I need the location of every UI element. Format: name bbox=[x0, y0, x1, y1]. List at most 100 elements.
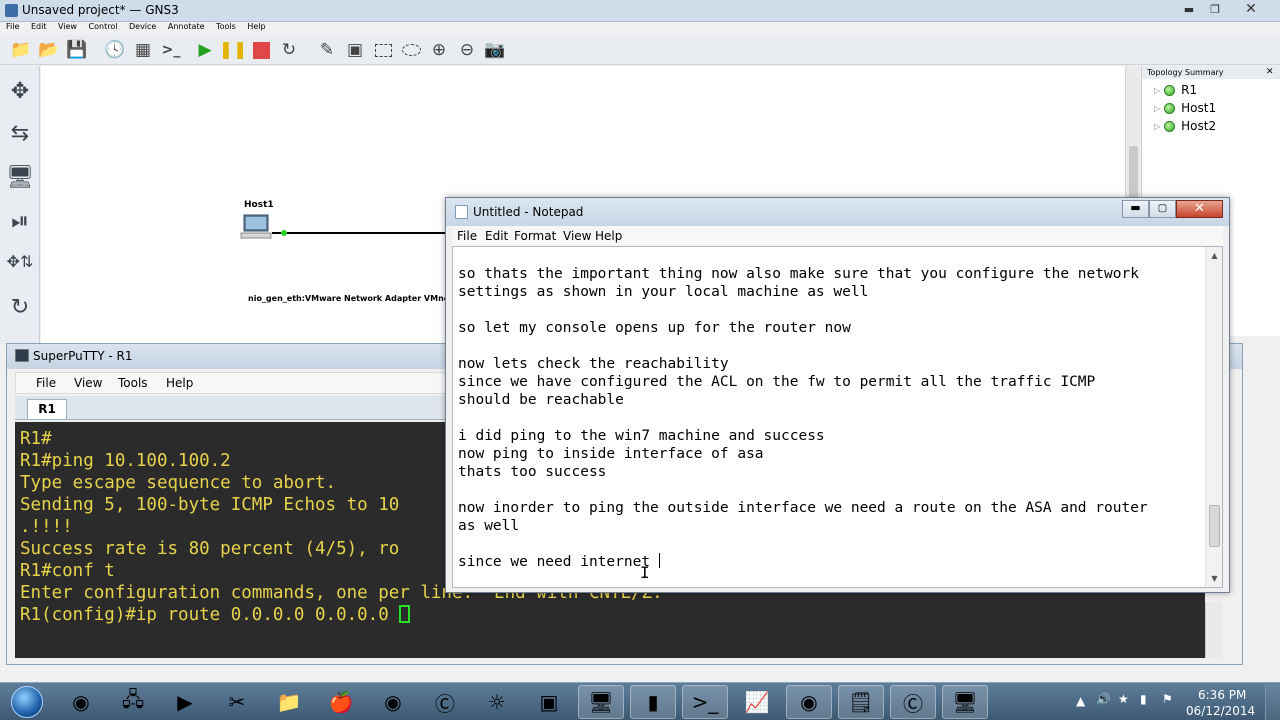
text-line-current: since we need internet bbox=[458, 553, 1203, 571]
notepad-scrollbar[interactable]: ▲ ▼ bbox=[1205, 247, 1222, 587]
fruit-app-icon[interactable]: 🍎 bbox=[318, 685, 364, 719]
end-devices-icon[interactable]: 🖥 bbox=[5, 162, 35, 192]
clock-time[interactable]: 6:36 PM bbox=[1198, 688, 1246, 702]
terminal-icon[interactable]: >_ bbox=[160, 39, 182, 61]
image-icon[interactable]: ▣ bbox=[344, 39, 366, 61]
stop-icon[interactable] bbox=[250, 39, 272, 61]
clock-date[interactable]: 06/12/2014 bbox=[1186, 704, 1255, 718]
session-tab-r1[interactable]: R1 bbox=[27, 399, 67, 419]
network-status-icon[interactable]: ★ bbox=[1118, 692, 1129, 706]
monitor-icon[interactable]: 📈 bbox=[734, 685, 780, 719]
gns3-close-button[interactable]: ✕ bbox=[1238, 1, 1264, 18]
start-icon[interactable]: ▶ bbox=[194, 39, 216, 61]
zoom-out-icon[interactable]: ⊖ bbox=[456, 39, 478, 61]
menu-annotate[interactable]: Annotate bbox=[168, 22, 205, 31]
network-link[interactable] bbox=[272, 232, 447, 234]
save-icon[interactable]: 💾 bbox=[66, 39, 88, 61]
gns3-icon[interactable]: ☼ bbox=[474, 685, 520, 719]
superputty-icon[interactable]: 🖥 bbox=[942, 685, 988, 719]
text-line: since we have configured the ACL on the … bbox=[458, 374, 1096, 390]
security-devices-icon[interactable]: ⏯ bbox=[5, 206, 35, 236]
open-project-icon[interactable]: 📂 bbox=[38, 39, 60, 61]
np-menu-file[interactable]: File bbox=[457, 229, 477, 243]
expand-icon[interactable]: ▷ bbox=[1154, 104, 1160, 113]
gns3-minimize-button[interactable]: ▬ bbox=[1176, 1, 1202, 18]
skype-icon[interactable]: Ⓒ bbox=[422, 685, 468, 719]
pause-icon[interactable]: ❚❚ bbox=[219, 39, 248, 61]
powershell-icon[interactable]: >_ bbox=[682, 685, 728, 719]
cmd-icon[interactable]: ▮ bbox=[630, 685, 676, 719]
store-icon[interactable]: ▣ bbox=[526, 685, 572, 719]
panel-close-icon[interactable]: ✕ bbox=[1266, 67, 1274, 77]
snapshot-icon[interactable]: 🕓 bbox=[104, 39, 126, 61]
menu-help[interactable]: Help bbox=[247, 22, 265, 31]
expand-icon[interactable]: ▷ bbox=[1154, 122, 1160, 131]
menu-control[interactable]: Control bbox=[89, 22, 118, 31]
text-line bbox=[458, 535, 1203, 553]
explorer-icon[interactable]: 📁 bbox=[266, 685, 312, 719]
zoom-in-icon[interactable]: ⊕ bbox=[428, 39, 450, 61]
topology-item-r1[interactable]: ▷ R1 bbox=[1154, 83, 1197, 97]
np-menu-help[interactable]: Help bbox=[595, 229, 622, 243]
media-player-icon[interactable]: ▶ bbox=[162, 685, 208, 719]
power-icon[interactable]: ▮ bbox=[1140, 692, 1147, 706]
routers-icon[interactable]: ✥ bbox=[5, 76, 35, 106]
expand-icon[interactable]: ▷ bbox=[1154, 86, 1160, 95]
menu-device[interactable]: Device bbox=[129, 22, 156, 31]
action-center-icon[interactable]: ⚑ bbox=[1162, 692, 1173, 706]
camtasia-icon[interactable]: Ⓒ bbox=[890, 685, 936, 719]
notepad-icon[interactable]: 🗒 bbox=[838, 685, 884, 719]
switches-icon[interactable]: ⇆ bbox=[5, 118, 35, 148]
notepad-maximize-button[interactable]: ▢ bbox=[1149, 200, 1176, 218]
notepad-text-area[interactable]: so thats the important thing now also ma… bbox=[452, 246, 1223, 588]
firefox-icon[interactable]: ◉ bbox=[370, 685, 416, 719]
scroll-up-icon[interactable]: ▲ bbox=[1206, 247, 1223, 264]
np-menu-edit[interactable]: Edit bbox=[485, 229, 508, 243]
add-link-icon[interactable]: ↻ bbox=[5, 292, 35, 322]
gns3-maximize-button[interactable]: ❐ bbox=[1202, 1, 1228, 18]
scrollbar-thumb[interactable] bbox=[1209, 505, 1220, 547]
gns3-toolbar: 📁 📂 💾 🕓 ▦ >_ ▶ ❚❚ ↻ ✎ ▣ ⊕ ⊖ 📷 bbox=[0, 35, 1280, 65]
note-icon[interactable]: ✎ bbox=[316, 39, 338, 61]
text-line bbox=[458, 337, 1203, 355]
open-folder-icon[interactable]: 📁 bbox=[10, 39, 32, 61]
topology-item-host2[interactable]: ▷ Host2 bbox=[1154, 119, 1216, 133]
screenshot-icon[interactable]: 📷 bbox=[484, 39, 506, 61]
host1-node-label: Host1 bbox=[244, 200, 274, 210]
ellipse-icon[interactable] bbox=[400, 39, 422, 61]
notepad-minimize-button[interactable]: ▬ bbox=[1122, 200, 1149, 218]
show-desktop-button[interactable] bbox=[1265, 684, 1280, 720]
putty-menu-file[interactable]: File bbox=[36, 376, 56, 390]
putty-menu-help[interactable]: Help bbox=[166, 376, 193, 390]
remote-desktop-icon[interactable]: 🖥 bbox=[578, 685, 624, 719]
menu-tools[interactable]: Tools bbox=[216, 22, 236, 31]
np-menu-view[interactable]: View bbox=[563, 229, 591, 243]
putty-menu-tools[interactable]: Tools bbox=[118, 376, 148, 390]
topology-item-host1[interactable]: ▷ Host1 bbox=[1154, 101, 1216, 115]
camtasia-recorder-icon[interactable]: ◉ bbox=[786, 685, 832, 719]
notepad-title-bar[interactable]: Untitled - Notepad bbox=[446, 198, 1229, 226]
menu-edit[interactable]: Edit bbox=[31, 22, 47, 31]
menu-view[interactable]: View bbox=[58, 22, 77, 31]
snipping-tool-icon[interactable]: ✂ bbox=[214, 685, 260, 719]
menu-file[interactable]: File bbox=[6, 22, 19, 31]
rectangle-icon[interactable] bbox=[372, 39, 394, 61]
network-icon[interactable]: 🖧 bbox=[110, 685, 156, 719]
chrome-icon[interactable]: ◉ bbox=[58, 685, 104, 719]
scroll-down-icon[interactable]: ▼ bbox=[1206, 570, 1223, 587]
all-devices-icon[interactable]: ✥⇅ bbox=[5, 246, 35, 276]
np-menu-format[interactable]: Format bbox=[514, 229, 556, 243]
console-all-icon[interactable]: ▦ bbox=[132, 39, 154, 61]
reload-icon[interactable]: ↻ bbox=[278, 39, 300, 61]
start-button[interactable] bbox=[2, 684, 52, 720]
show-hidden-icons-icon[interactable]: ▲ bbox=[1076, 694, 1085, 708]
putty-menu-view[interactable]: View bbox=[74, 376, 102, 390]
terminal-scrollbar[interactable] bbox=[1205, 602, 1222, 658]
volume-icon[interactable]: 🔊 bbox=[1096, 692, 1111, 706]
text-line: as well bbox=[458, 518, 520, 534]
host1-computer-icon[interactable] bbox=[240, 214, 272, 240]
topology-item-label: Host2 bbox=[1181, 119, 1217, 133]
notepad-close-button[interactable]: ✕ bbox=[1176, 200, 1223, 218]
text-line bbox=[458, 481, 1203, 499]
gns3-title-bar[interactable]: Unsaved project* — GNS3 ▬ ❐ ✕ bbox=[0, 0, 1280, 22]
